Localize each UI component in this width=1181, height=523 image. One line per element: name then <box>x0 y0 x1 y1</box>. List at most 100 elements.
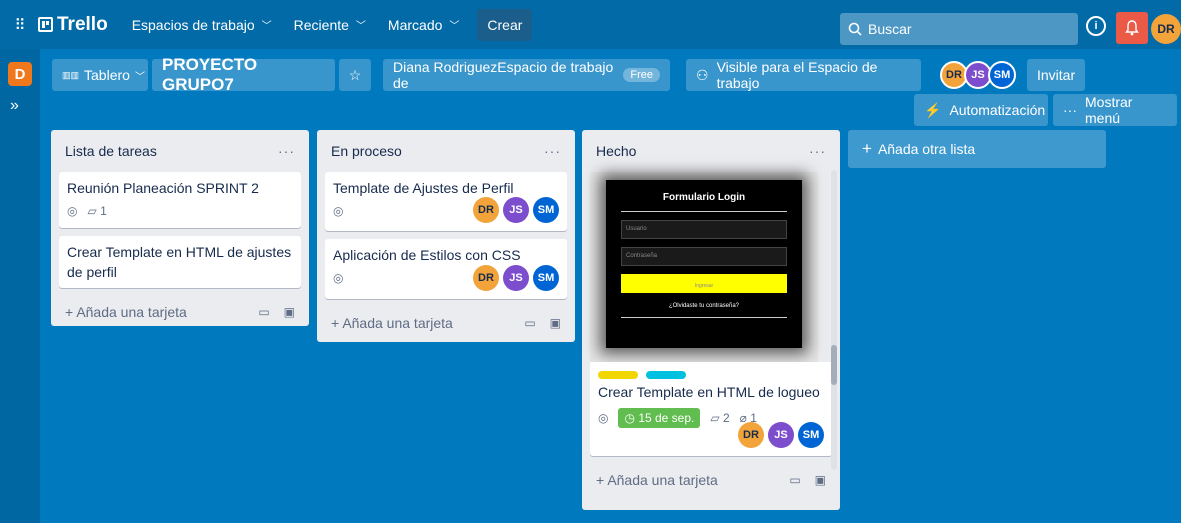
watch-icon: ◎ <box>333 271 344 285</box>
member-avatar[interactable]: SM <box>798 422 824 448</box>
plus-icon: + <box>596 472 605 488</box>
workspace-badge[interactable]: D <box>8 62 32 86</box>
info-icon[interactable]: i <box>1086 16 1106 36</box>
board-members: DR JS SM <box>940 61 1016 89</box>
create-button[interactable]: Crear <box>477 8 533 41</box>
password-field-preview: Contraseña <box>621 247 787 266</box>
due-date: 15 de sep. <box>638 411 695 425</box>
list-scrollbar[interactable] <box>831 170 837 470</box>
add-card-button[interactable]: + Añada una tarjeta ▭ ▣ <box>582 464 840 496</box>
member-avatar[interactable]: JS <box>503 197 529 223</box>
list-header[interactable]: Hecho ··· <box>582 130 840 172</box>
member-avatar[interactable]: JS <box>768 422 794 448</box>
list-menu-icon[interactable]: ··· <box>278 143 295 159</box>
watch-icon: ◎ <box>67 204 78 218</box>
workspace-button[interactable]: Diana RodriguezEspacio de trabajo de Fre… <box>383 59 670 91</box>
trello-logo-icon <box>38 17 53 32</box>
card-members: DR JS SM <box>738 422 824 448</box>
invite-button[interactable]: Invitar <box>1027 59 1085 91</box>
show-menu-button[interactable]: ··· Mostrar menú <box>1053 94 1177 126</box>
list-menu-icon[interactable]: ··· <box>544 143 561 159</box>
workspaces-menu-label: Espacios de trabajo <box>131 16 255 33</box>
board-title[interactable]: PROYECTO GRUPO7 <box>152 55 335 94</box>
automation-label: Automatización <box>949 102 1046 118</box>
card-cover-image[interactable]: Formulario Login Usuario Contraseña Ingr… <box>590 172 818 362</box>
comment-icon: ▱ <box>710 411 720 425</box>
recent-menu[interactable]: Reciente ﹀ <box>286 11 374 39</box>
list-menu-icon[interactable]: ··· <box>809 143 826 159</box>
member-avatar[interactable]: SM <box>988 61 1016 89</box>
add-list-button[interactable]: + Añada otra lista <box>848 130 1106 168</box>
card[interactable]: Template de Ajustes de Perfil ◎ DR JS SM <box>325 172 567 231</box>
expand-sidebar-icon[interactable]: » <box>10 97 19 115</box>
card[interactable]: Aplicación de Estilos con CSS ◎ DR JS SM <box>325 239 567 299</box>
search-icon <box>848 22 862 36</box>
user-avatar[interactable]: DR <box>1151 14 1181 44</box>
workspace-sidebar: D » <box>0 49 40 523</box>
card-title: Reunión Planeación SPRINT 2 <box>67 180 259 196</box>
member-avatar[interactable]: SM <box>533 265 559 291</box>
label-sky[interactable] <box>645 371 686 379</box>
list-en-proceso: En proceso ··· Template de Ajustes de Pe… <box>317 130 575 342</box>
template-icon[interactable]: ▭ <box>789 473 800 487</box>
board-view-label: Tablero <box>84 67 130 83</box>
list-title[interactable]: Lista de tareas <box>65 143 157 159</box>
plus-icon: + <box>65 304 74 320</box>
login-heading: Formulario Login <box>662 192 746 203</box>
bell-icon <box>1125 20 1139 36</box>
visibility-label: Visible para el Espacio de trabajo <box>716 59 878 91</box>
starred-menu[interactable]: Marcado ﹀ <box>380 11 467 39</box>
card-title: Crear Template en HTML de logueo <box>598 384 820 400</box>
login-form-preview: Formulario Login Usuario Contraseña Ingr… <box>606 180 802 348</box>
due-date-badge[interactable]: ◷ 15 de sep. <box>618 408 701 428</box>
lightning-icon: ⚡ <box>924 101 942 118</box>
star-board-button[interactable]: ☆ <box>339 59 371 91</box>
visibility-button[interactable]: ⚇ Visible para el Espacio de trabajo <box>686 59 921 91</box>
search-placeholder: Buscar <box>868 21 912 37</box>
login-button-preview: Ingresar <box>621 274 787 293</box>
card[interactable]: Crear Template en HTML de ajustes de per… <box>59 236 301 288</box>
trello-logo[interactable]: Trello <box>38 14 108 36</box>
chevron-down-icon: ﹀ <box>134 71 145 83</box>
member-avatar[interactable]: SM <box>533 197 559 223</box>
template-icon[interactable]: ▭ <box>524 316 535 330</box>
app-switcher-icon[interactable]: ⠿ <box>8 13 32 37</box>
workspace-name: Diana RodriguezEspacio de trabajo de <box>393 59 614 91</box>
card[interactable]: Crear Template en HTML de logueo ◎ ◷ 15 … <box>590 362 832 456</box>
list-header[interactable]: Lista de tareas ··· <box>51 130 309 172</box>
add-card-label: Añada una tarjeta <box>76 304 187 320</box>
card-title: Aplicación de Estilos con CSS <box>333 247 521 263</box>
list-title[interactable]: En proceso <box>331 143 402 159</box>
search-input[interactable]: Buscar <box>840 13 1078 45</box>
list-title[interactable]: Hecho <box>596 143 636 159</box>
add-card-label: Añada una tarjeta <box>607 472 718 488</box>
list-header[interactable]: En proceso ··· <box>317 130 575 172</box>
card-template-icon[interactable]: ▣ <box>550 316 561 330</box>
add-card-button[interactable]: + Añada una tarjeta ▭ ▣ <box>51 296 309 328</box>
plus-icon: + <box>862 139 872 158</box>
starred-menu-label: Marcado <box>387 16 443 33</box>
chevron-down-icon: ﹀ <box>449 21 460 32</box>
member-avatar[interactable]: JS <box>503 265 529 291</box>
comment-count: 2 <box>722 411 730 425</box>
member-avatar[interactable]: DR <box>473 265 499 291</box>
notifications-button[interactable] <box>1116 12 1148 44</box>
list-hecho: Hecho ··· Formulario Login Usuario Contr… <box>582 130 840 510</box>
scrollbar-thumb[interactable] <box>831 345 837 385</box>
board-view-switcher[interactable]: ▥▥ Tablero ﹀ <box>52 59 148 91</box>
card[interactable]: Reunión Planeación SPRINT 2 ◎ ▱ 1 <box>59 172 301 228</box>
card-labels <box>598 366 824 382</box>
member-avatar[interactable]: DR <box>738 422 764 448</box>
card-members: DR JS SM <box>473 265 559 291</box>
member-avatar[interactable]: DR <box>473 197 499 223</box>
comment-icon: ▱ <box>87 204 97 218</box>
add-card-button[interactable]: + Añada una tarjeta ▭ ▣ <box>317 307 575 339</box>
workspaces-menu[interactable]: Espacios de trabajo ﹀ <box>124 11 280 39</box>
more-icon: ··· <box>1063 102 1077 118</box>
card-template-icon[interactable]: ▣ <box>815 473 826 487</box>
template-icon[interactable]: ▭ <box>258 305 269 319</box>
label-yellow[interactable] <box>598 371 638 379</box>
clock-icon: ◷ <box>624 411 635 425</box>
automation-button[interactable]: ⚡ Automatización <box>914 94 1048 126</box>
card-template-icon[interactable]: ▣ <box>284 305 295 319</box>
